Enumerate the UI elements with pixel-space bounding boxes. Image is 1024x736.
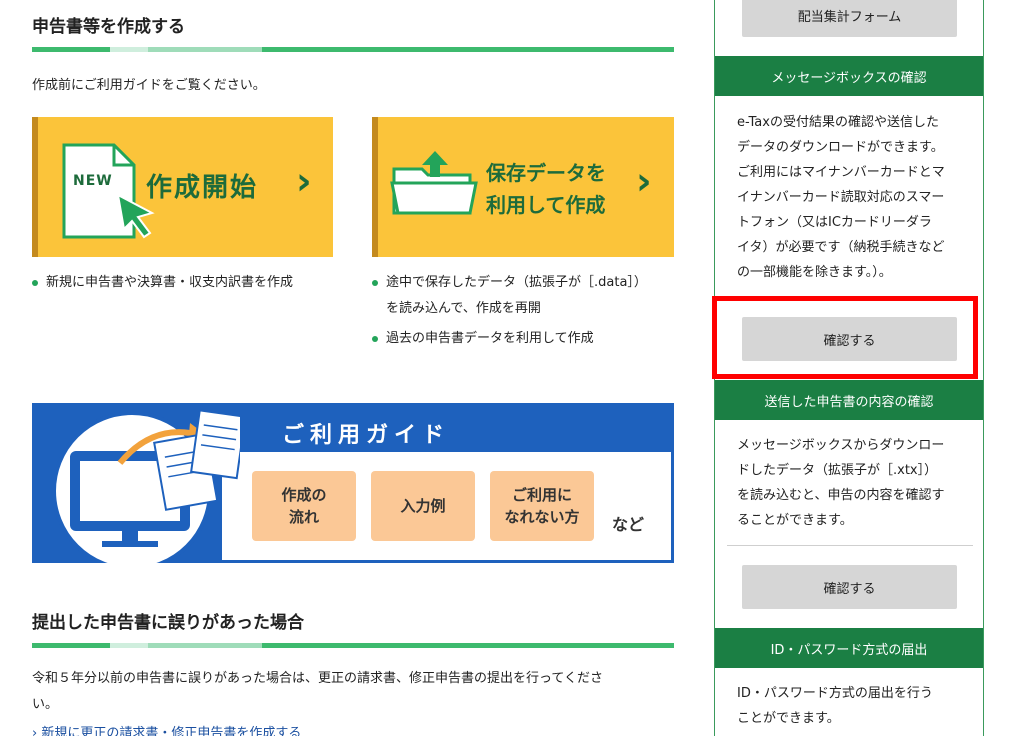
use-saved-bullets: 途中で保存したデータ（拡張子が［.data］） を読み込んで、作成を再開 過去の…	[372, 270, 674, 352]
desc-line: e-Taxの受付結果の確認や送信した	[737, 115, 939, 130]
section-intro: 令和５年分以前の申告書に誤りがあった場合は、更正の請求書、修正申告書の提出を行っ…	[32, 666, 674, 718]
desc-line: ることができます。	[737, 513, 853, 528]
use-saved-data-card[interactable]: 保存データを 利用して作成 ›	[372, 117, 674, 257]
start-new-label: 作成開始	[146, 173, 259, 203]
title-underline	[32, 47, 674, 52]
guide-example-button[interactable]: 入力例	[371, 471, 475, 541]
highlight-box	[712, 296, 978, 379]
desc-line: ID・パスワード方式の届出を行う	[737, 686, 933, 701]
guide-beginner-line1: ご利用に	[511, 486, 572, 504]
desc-line: ことができます。	[737, 711, 840, 726]
title-underline	[32, 643, 674, 648]
monitor-illustration-icon	[40, 403, 247, 571]
guide-flow-line2: 流れ	[288, 508, 319, 526]
sent-description: メッセージボックスからダウンロー ドしたデータ（拡張子が［.xtx］） を読み込…	[737, 433, 969, 533]
desc-line: ご利用にはマイナンバーカードとマ	[737, 165, 945, 180]
desc-line: メッセージボックスからダウンロー	[737, 438, 945, 453]
desc-line: トフォン（又はICカードリーダラ	[737, 215, 932, 230]
chevron-right-icon: ›	[32, 726, 42, 736]
idpw-header: ID・パスワード方式の届出	[715, 628, 983, 668]
desc-line: イタ）が必要です（納税手続きなど	[737, 240, 945, 255]
guide-title: ご利用ガイド	[282, 423, 451, 448]
create-correction-link[interactable]: › 新規に更正の請求書・修正申告書を作成する	[32, 722, 301, 736]
bullet-text-line1: 途中で保存したデータ（拡張子が［.data］）	[386, 275, 647, 290]
section-title: 提出した申告書に誤りがあった場合	[32, 613, 304, 633]
section-correction: 提出した申告書に誤りがあった場合 令和５年分以前の申告書に誤りがあった場合は、更…	[32, 608, 674, 718]
start-new-card[interactable]: NEW 作成開始 ›	[32, 117, 333, 257]
msgbox-header: メッセージボックスの確認	[715, 56, 983, 96]
guide-beginner-line2: なれない方	[504, 508, 580, 526]
use-saved-label-line2: 利用して作成	[486, 193, 606, 217]
chevron-right-icon: ›	[296, 159, 312, 203]
divider	[727, 545, 973, 546]
guide-flow-line1: 作成の	[281, 486, 327, 504]
create-cards: NEW 作成開始 › 保存データを 利用して作成 ›	[32, 117, 674, 257]
section-create: 申告書等を作成する 作成前にご利用ガイドをご覧ください。	[32, 12, 674, 93]
guide-flow-button[interactable]: 作成の 流れ	[252, 471, 356, 541]
bullet-item: 新規に申告書や決算書・収支内訳書を作成	[32, 270, 342, 296]
bullet-item: 途中で保存したデータ（拡張子が［.data］） を読み込んで、作成を再開	[372, 270, 674, 322]
section-intro-line2: い。	[32, 697, 59, 712]
desc-line: データのダウンロードができます。	[737, 140, 944, 155]
section-intro-line1: 令和５年分以前の申告書に誤りがあった場合は、更正の請求書、修正申告書の提出を行っ…	[32, 671, 603, 686]
section-intro: 作成前にご利用ガイドをご覧ください。	[32, 78, 266, 93]
bullet-text-line2: を読み込んで、作成を再開	[386, 301, 541, 316]
desc-line: の一部機能を除きます。）。	[737, 265, 892, 280]
desc-line: イナンバーカード読取対応のスマー	[737, 190, 945, 205]
start-new-bullets: 新規に申告書や決算書・収支内訳書を作成	[32, 270, 342, 296]
dividend-form-button[interactable]: 配当集計フォーム	[742, 0, 957, 37]
chevron-right-icon: ›	[636, 159, 652, 203]
use-saved-label-line1: 保存データを	[486, 161, 606, 185]
guide-etc: など	[612, 515, 645, 534]
folder-upload-icon	[390, 147, 480, 219]
new-badge: NEW	[73, 173, 113, 189]
desc-line: を読み込むと、申告の内容を確認す	[737, 488, 945, 503]
section-title: 申告書等を作成する	[32, 17, 185, 37]
msgbox-description: e-Taxの受付結果の確認や送信した データのダウンロードができます。 ご利用に…	[737, 110, 969, 285]
sent-confirm-button[interactable]: 確認する	[742, 565, 957, 609]
usage-guide-banner[interactable]: ご利用ガイド 作成の流れ 入力例 ご利用になれない方 など	[32, 403, 674, 571]
desc-line: ドしたデータ（拡張子が［.xtx］）	[737, 463, 938, 478]
sent-header: 送信した申告書の内容の確認	[715, 380, 983, 420]
main-content: 申告書等を作成する 作成前にご利用ガイドをご覧ください。 NEW 作成開始 ›	[32, 0, 674, 736]
link-label: 新規に更正の請求書・修正申告書を作成する	[41, 726, 302, 736]
guide-beginner-button[interactable]: ご利用に なれない方	[490, 471, 594, 541]
bullet-item: 過去の申告書データを利用して作成	[372, 326, 674, 352]
idpw-description: ID・パスワード方式の届出を行う ことができます。	[737, 681, 969, 731]
